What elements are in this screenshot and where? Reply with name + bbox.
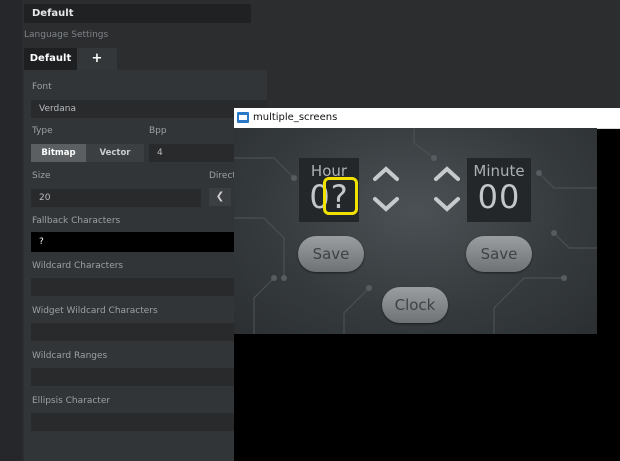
type-bitmap-button[interactable]: Bitmap	[31, 144, 86, 162]
direction-label: Direct	[209, 171, 236, 181]
tab-default[interactable]: Default	[24, 48, 77, 70]
size-field[interactable]: 20	[31, 189, 201, 207]
minute-value: 00	[477, 178, 521, 216]
type-label: Type	[32, 126, 53, 136]
wildcard-characters-field[interactable]	[31, 278, 267, 296]
clock-button[interactable]: Clock	[382, 287, 448, 323]
save-minute-button[interactable]: Save	[466, 236, 532, 272]
minute-down-icon[interactable]	[433, 196, 461, 214]
screen-name-field[interactable]: Default	[24, 4, 251, 23]
language-tabbar: Default +	[24, 48, 264, 70]
window-titlebar[interactable]: multiple_screens	[234, 108, 620, 129]
font-select[interactable]: Verdana	[31, 100, 267, 118]
app-icon	[237, 112, 249, 123]
simulator-window: multiple_screens Hour 0? Minute 00 Save …	[234, 108, 620, 461]
bpp-label: Bpp	[149, 126, 167, 136]
widget-wildcard-characters-field[interactable]	[31, 323, 267, 341]
font-label: Font	[32, 82, 52, 92]
widget-wildcard-characters-label: Widget Wildcard Characters	[32, 306, 158, 316]
ellipsis-character-label: Ellipsis Character	[32, 396, 111, 406]
type-vector-button[interactable]: Vector	[86, 144, 144, 162]
hour-up-icon[interactable]	[372, 164, 400, 182]
device-screen: Hour 0? Minute 00 Save Save Clock	[234, 128, 597, 334]
minute-display: Minute 00	[467, 158, 531, 222]
wildcard-characters-label: Wildcard Characters	[32, 261, 124, 271]
direction-left-button[interactable]: ❮	[209, 188, 231, 206]
wildcard-ranges-label: Wildcard Ranges	[32, 351, 108, 361]
add-tab-button[interactable]: +	[77, 48, 117, 70]
save-hour-button[interactable]: Save	[298, 236, 364, 272]
size-label: Size	[32, 171, 51, 181]
hour-down-icon[interactable]	[372, 196, 400, 214]
minute-up-icon[interactable]	[433, 164, 461, 182]
language-settings-panel: Font Verdana Type Bpp Bitmap Vector 4 Si…	[24, 70, 267, 461]
language-settings-label: Language Settings	[24, 30, 109, 40]
missing-glyph-highlight	[323, 177, 358, 215]
chevron-left-icon: ❮	[215, 191, 225, 202]
ellipsis-character-field[interactable]	[31, 413, 267, 431]
left-strip	[0, 0, 22, 461]
fallback-characters-field[interactable]: ?	[31, 232, 267, 252]
window-title: multiple_screens	[253, 112, 338, 123]
wildcard-ranges-field[interactable]	[31, 368, 267, 386]
fallback-characters-label: Fallback Characters	[32, 216, 121, 226]
